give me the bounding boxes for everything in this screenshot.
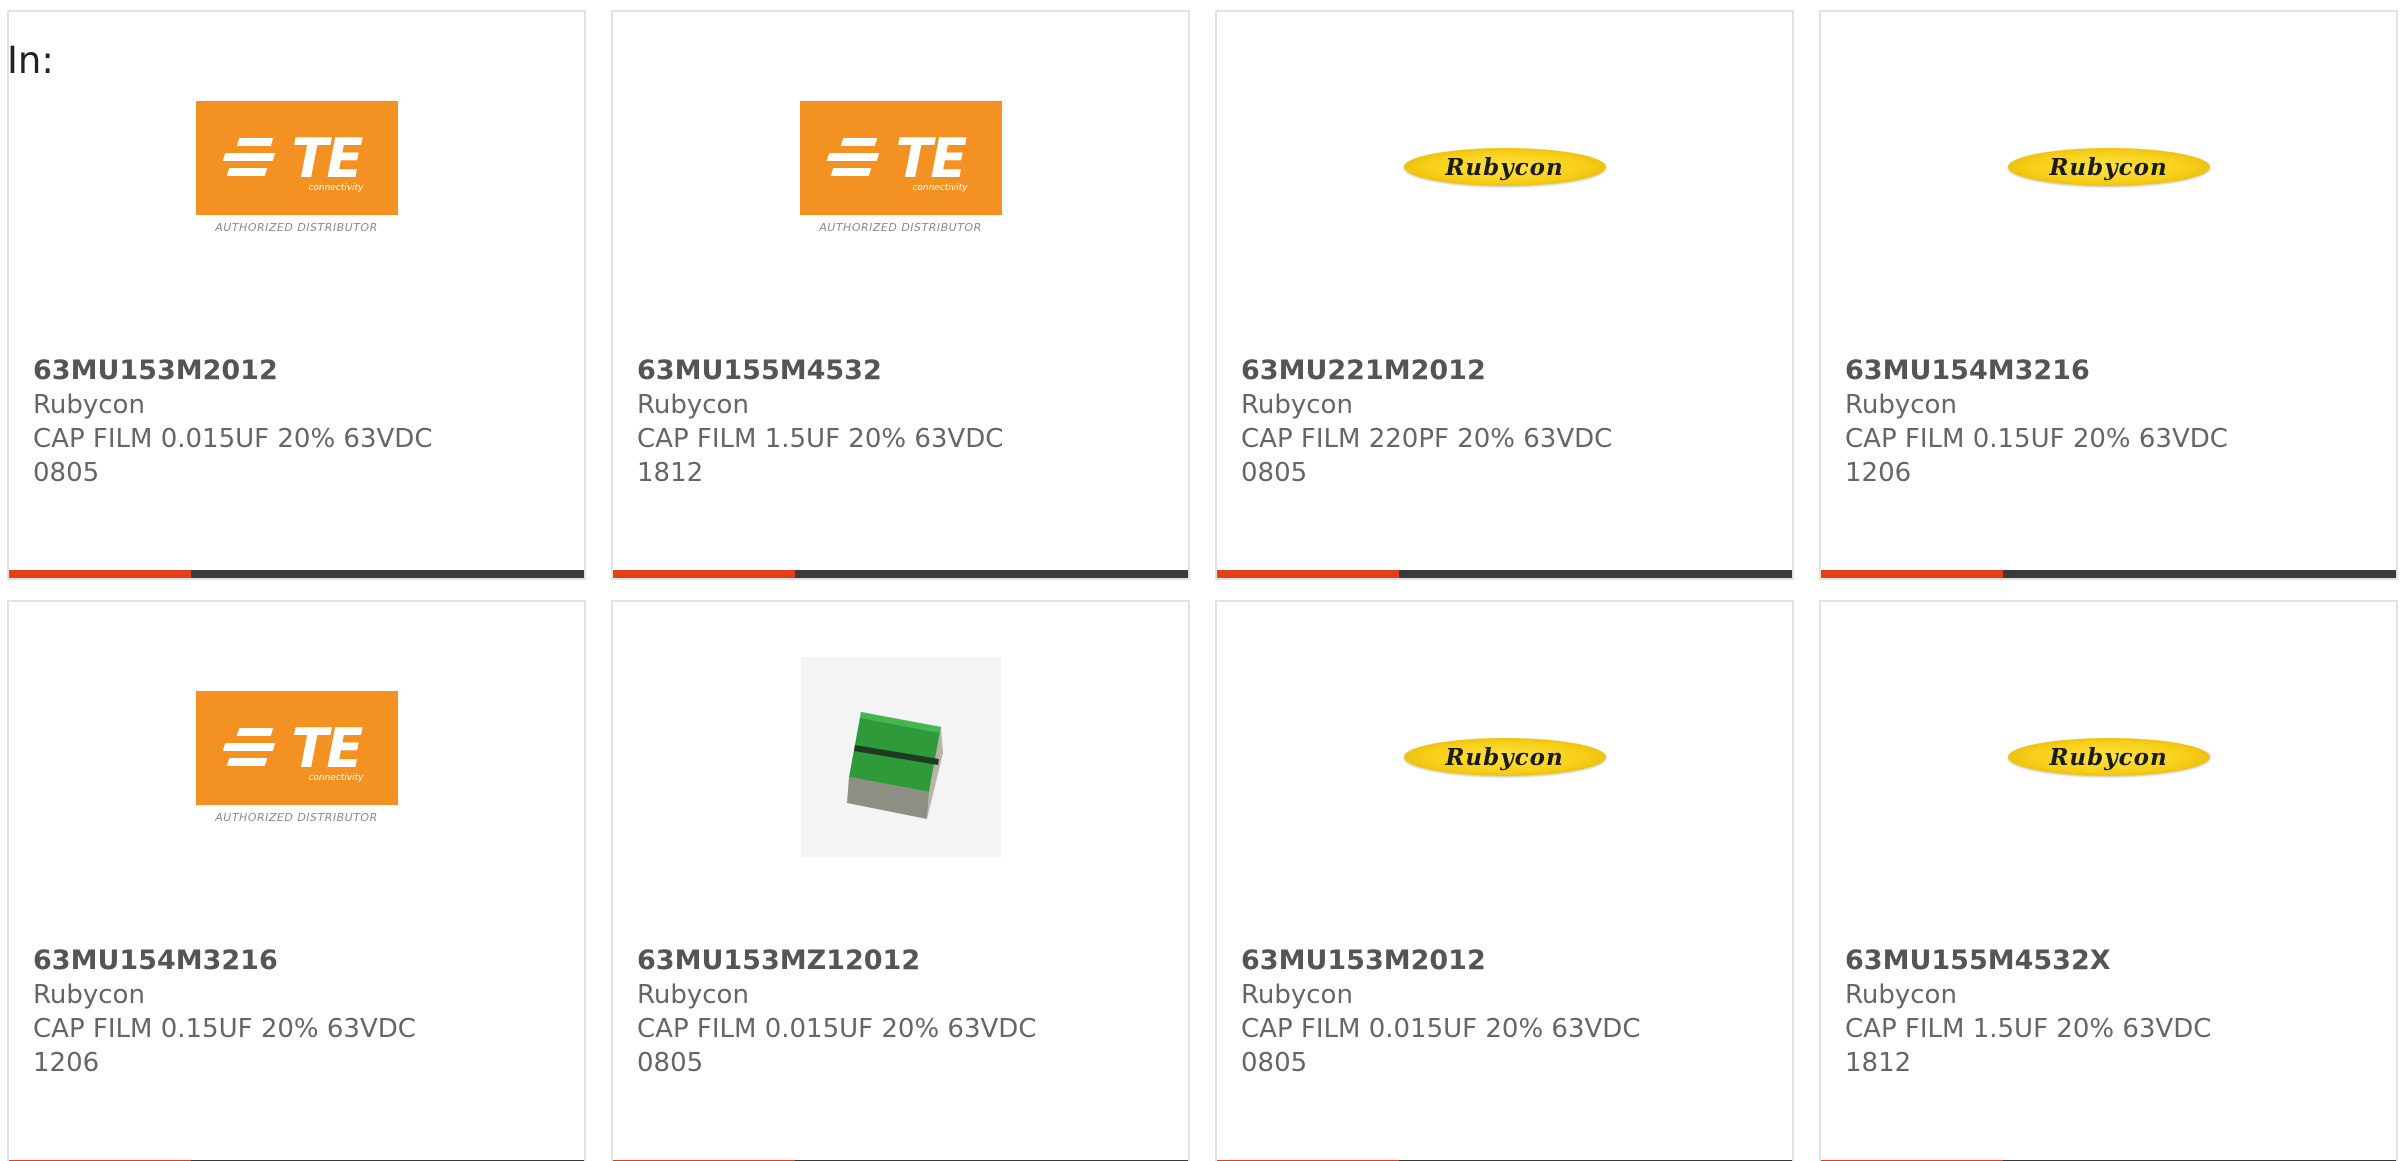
te-logo-box: TE connectivity: [195, 100, 398, 215]
card-bottom-bar: [9, 570, 584, 578]
product-description: CAP FILM 0.015UF 20% 63VDC: [637, 1014, 1037, 1044]
product-card[interactable]: TE connectivity AUTHORIZED DISTRIBUTOR 6…: [7, 10, 586, 580]
te-logo-caption: AUTHORIZED DISTRIBUTOR: [215, 810, 378, 824]
product-manufacturer: Rubycon: [1241, 980, 1353, 1010]
rubycon-logo: Rubycon: [2007, 148, 2210, 186]
product-info: 63MU153M2012 Rubycon CAP FILM 0.015UF 20% …: [1241, 944, 1772, 1080]
product-part-number[interactable]: 63MU153MZ12012: [637, 944, 1168, 978]
capacitor-chip-icon: [846, 712, 943, 819]
card-accent-bar: [9, 570, 191, 578]
product-description: CAP FILM 0.015UF 20% 63VDC: [1241, 1014, 1641, 1044]
product-package: 0805: [1241, 1048, 1308, 1078]
te-logo-lines-icon: [826, 137, 879, 183]
product-card[interactable]: TE connectivity AUTHORIZED DISTRIBUTOR 6…: [7, 600, 586, 1161]
product-image[interactable]: [613, 657, 1188, 857]
product-info: 63MU155M4532 Rubycon CAP FILM 1.5UF 20% 63…: [637, 354, 1168, 490]
product-part-number[interactable]: 63MU154M3216: [33, 944, 564, 978]
product-manufacturer: Rubycon: [1845, 390, 1957, 420]
rubycon-logo: Rubycon: [2007, 738, 2210, 776]
product-description: CAP FILM 1.5UF 20% 63VDC: [1845, 1014, 2212, 1044]
product-package: 0805: [637, 1048, 704, 1078]
product-image[interactable]: TE connectivity AUTHORIZED DISTRIBUTOR: [9, 657, 584, 857]
te-logo-caption: AUTHORIZED DISTRIBUTOR: [819, 220, 982, 234]
product-results-page: In: TE connectivity AUTHORIZED DISTRIBUT…: [0, 0, 2400, 1161]
product-info: 63MU153MZ12012 Rubycon CAP FILM 0.015UF 20…: [637, 944, 1168, 1080]
product-manufacturer: Rubycon: [1241, 390, 1353, 420]
product-part-number[interactable]: 63MU154M3216: [1845, 354, 2376, 388]
product-info: 63MU221M2012 Rubycon CAP FILM 220PF 20% 63…: [1241, 354, 1772, 490]
product-image[interactable]: Rubycon: [1217, 657, 1792, 857]
te-connectivity-logo: TE connectivity AUTHORIZED DISTRIBUTOR: [799, 100, 1003, 234]
product-part-number[interactable]: 63MU153M2012: [33, 354, 564, 388]
card-accent-bar: [1217, 570, 1399, 578]
te-logo-box: TE connectivity: [799, 100, 1002, 215]
card-bottom-bar: [1821, 570, 2396, 578]
rubycon-logo-wordmark: Rubycon: [2049, 743, 2168, 771]
product-image[interactable]: Rubycon: [1821, 67, 2396, 267]
product-card[interactable]: Rubycon 63MU221M2012 Rubycon CAP FILM 220P…: [1215, 10, 1794, 580]
product-manufacturer: Rubycon: [1845, 980, 1957, 1010]
product-image[interactable]: Rubycon: [1821, 657, 2396, 857]
te-logo-wordmark: TE: [291, 126, 364, 190]
product-info: 63MU154M3216 Rubycon CAP FILM 0.15UF 20% 6…: [1845, 354, 2376, 490]
product-part-number[interactable]: 63MU221M2012: [1241, 354, 1772, 388]
card-bottom-bar: [613, 570, 1188, 578]
product-part-number[interactable]: 63MU153M2012: [1241, 944, 1772, 978]
te-logo-subtitle: connectivity: [912, 182, 968, 193]
rubycon-logo-wordmark: Rubycon: [1445, 153, 1564, 181]
product-card[interactable]: TE connectivity AUTHORIZED DISTRIBUTOR 6…: [611, 10, 1190, 580]
rubycon-logo: Rubycon: [1403, 148, 1606, 186]
te-logo-subtitle: connectivity: [308, 772, 364, 783]
product-manufacturer: Rubycon: [33, 980, 145, 1010]
product-manufacturer: Rubycon: [33, 390, 145, 420]
search-scope-label: In:: [7, 39, 54, 82]
product-description: CAP FILM 0.15UF 20% 63VDC: [1845, 424, 2228, 454]
card-accent-bar: [1821, 570, 2003, 578]
product-card[interactable]: 63MU153MZ12012 Rubycon CAP FILM 0.015UF 20…: [611, 600, 1190, 1161]
capacitor-chip-image: [800, 657, 1001, 857]
product-image[interactable]: TE connectivity AUTHORIZED DISTRIBUTOR: [9, 67, 584, 267]
te-connectivity-logo: TE connectivity AUTHORIZED DISTRIBUTOR: [195, 100, 399, 234]
product-manufacturer: Rubycon: [637, 390, 749, 420]
rubycon-logo-wordmark: Rubycon: [2049, 153, 2168, 181]
product-grid: TE connectivity AUTHORIZED DISTRIBUTOR 6…: [7, 10, 2398, 1161]
product-info: 63MU155M4532X Rubycon CAP FILM 1.5UF 20% 6…: [1845, 944, 2376, 1080]
product-info: 63MU154M3216 Rubycon CAP FILM 0.15UF 20% 6…: [33, 944, 564, 1080]
te-logo-subtitle: connectivity: [308, 182, 364, 193]
te-connectivity-logo: TE connectivity AUTHORIZED DISTRIBUTOR: [195, 690, 399, 824]
product-package: 0805: [1241, 458, 1308, 488]
te-logo-lines-icon: [222, 137, 275, 183]
te-logo-box: TE connectivity: [195, 690, 398, 805]
te-logo-lines-icon: [222, 727, 275, 773]
product-image[interactable]: TE connectivity AUTHORIZED DISTRIBUTOR: [613, 67, 1188, 267]
product-description: CAP FILM 220PF 20% 63VDC: [1241, 424, 1613, 454]
te-logo-wordmark: TE: [895, 126, 968, 190]
product-card[interactable]: Rubycon 63MU155M4532X Rubycon CAP FILM 1.5…: [1819, 600, 2398, 1161]
product-card[interactable]: Rubycon 63MU153M2012 Rubycon CAP FILM 0.01…: [1215, 600, 1794, 1161]
card-accent-bar: [613, 570, 795, 578]
product-package: 1812: [637, 458, 704, 488]
rubycon-logo: Rubycon: [1403, 738, 1606, 776]
product-package: 0805: [33, 458, 100, 488]
product-part-number[interactable]: 63MU155M4532: [637, 354, 1168, 388]
te-logo-wordmark: TE: [291, 716, 364, 780]
product-manufacturer: Rubycon: [637, 980, 749, 1010]
card-bottom-bar: [1217, 570, 1792, 578]
product-description: CAP FILM 0.015UF 20% 63VDC: [33, 424, 433, 454]
product-card[interactable]: Rubycon 63MU154M3216 Rubycon CAP FILM 0.15…: [1819, 10, 2398, 580]
product-description: CAP FILM 0.15UF 20% 63VDC: [33, 1014, 416, 1044]
te-logo-caption: AUTHORIZED DISTRIBUTOR: [215, 220, 378, 234]
product-info: 63MU153M2012 Rubycon CAP FILM 0.015UF 20% …: [33, 354, 564, 490]
product-package: 1206: [33, 1048, 100, 1078]
rubycon-logo-wordmark: Rubycon: [1445, 743, 1564, 771]
product-package: 1206: [1845, 458, 1912, 488]
product-image[interactable]: Rubycon: [1217, 67, 1792, 267]
product-description: CAP FILM 1.5UF 20% 63VDC: [637, 424, 1004, 454]
product-package: 1812: [1845, 1048, 1912, 1078]
product-part-number[interactable]: 63MU155M4532X: [1845, 944, 2376, 978]
